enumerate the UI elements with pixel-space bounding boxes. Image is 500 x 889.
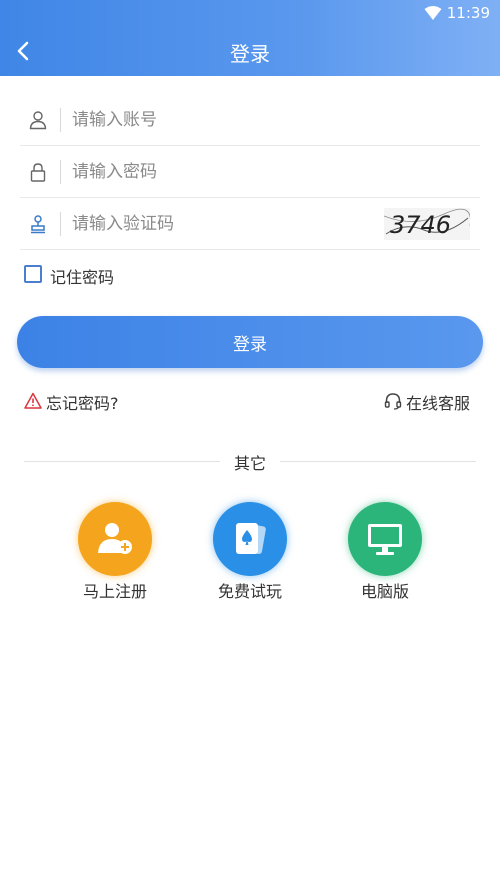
trial-circle[interactable] bbox=[213, 502, 287, 576]
remember-label: 记住密码 bbox=[50, 268, 115, 287]
stamp-icon bbox=[28, 214, 48, 234]
register-shortcut[interactable]: 马上注册 bbox=[60, 502, 170, 602]
account-input[interactable] bbox=[72, 102, 372, 138]
app-header: 登录 bbox=[0, 26, 500, 76]
trial-label: 免费试玩 bbox=[217, 582, 282, 601]
forgot-password-label: 忘记密码? bbox=[46, 394, 119, 413]
wifi-icon bbox=[424, 5, 442, 25]
add-user-icon bbox=[98, 523, 132, 554]
cards-icon bbox=[236, 523, 266, 555]
user-icon bbox=[28, 110, 48, 130]
other-section-title: 其它 bbox=[220, 450, 280, 473]
headset-icon bbox=[384, 392, 402, 410]
online-service-link[interactable]: 在线客服 bbox=[384, 390, 476, 413]
monitor-icon bbox=[368, 524, 402, 555]
status-bar: 11:39 bbox=[0, 0, 500, 26]
captcha-image[interactable]: 3746 bbox=[383, 208, 471, 240]
captcha-row: 3746 bbox=[20, 198, 480, 250]
captcha-text: 3746 bbox=[390, 211, 451, 239]
captcha-input[interactable] bbox=[72, 206, 312, 242]
register-label: 马上注册 bbox=[82, 582, 147, 601]
account-row bbox=[20, 94, 480, 146]
password-row bbox=[20, 146, 480, 198]
pc-version-shortcut[interactable]: 电脑版 bbox=[330, 502, 440, 602]
password-input[interactable] bbox=[72, 154, 372, 190]
remember-checkbox[interactable] bbox=[24, 265, 42, 283]
login-button[interactable]: 登录 bbox=[17, 316, 483, 368]
register-circle[interactable] bbox=[78, 502, 152, 576]
trial-shortcut[interactable]: 免费试玩 bbox=[195, 502, 305, 602]
warning-icon bbox=[24, 392, 42, 410]
lock-icon bbox=[28, 162, 48, 182]
pc-version-label: 电脑版 bbox=[360, 582, 409, 601]
page-title: 登录 bbox=[230, 42, 270, 66]
field-separator bbox=[60, 160, 61, 184]
online-service-label: 在线客服 bbox=[406, 394, 471, 413]
field-separator bbox=[60, 108, 61, 132]
status-time: 11:39 bbox=[446, 4, 490, 22]
field-separator bbox=[60, 212, 61, 236]
pc-version-circle[interactable] bbox=[348, 502, 422, 576]
